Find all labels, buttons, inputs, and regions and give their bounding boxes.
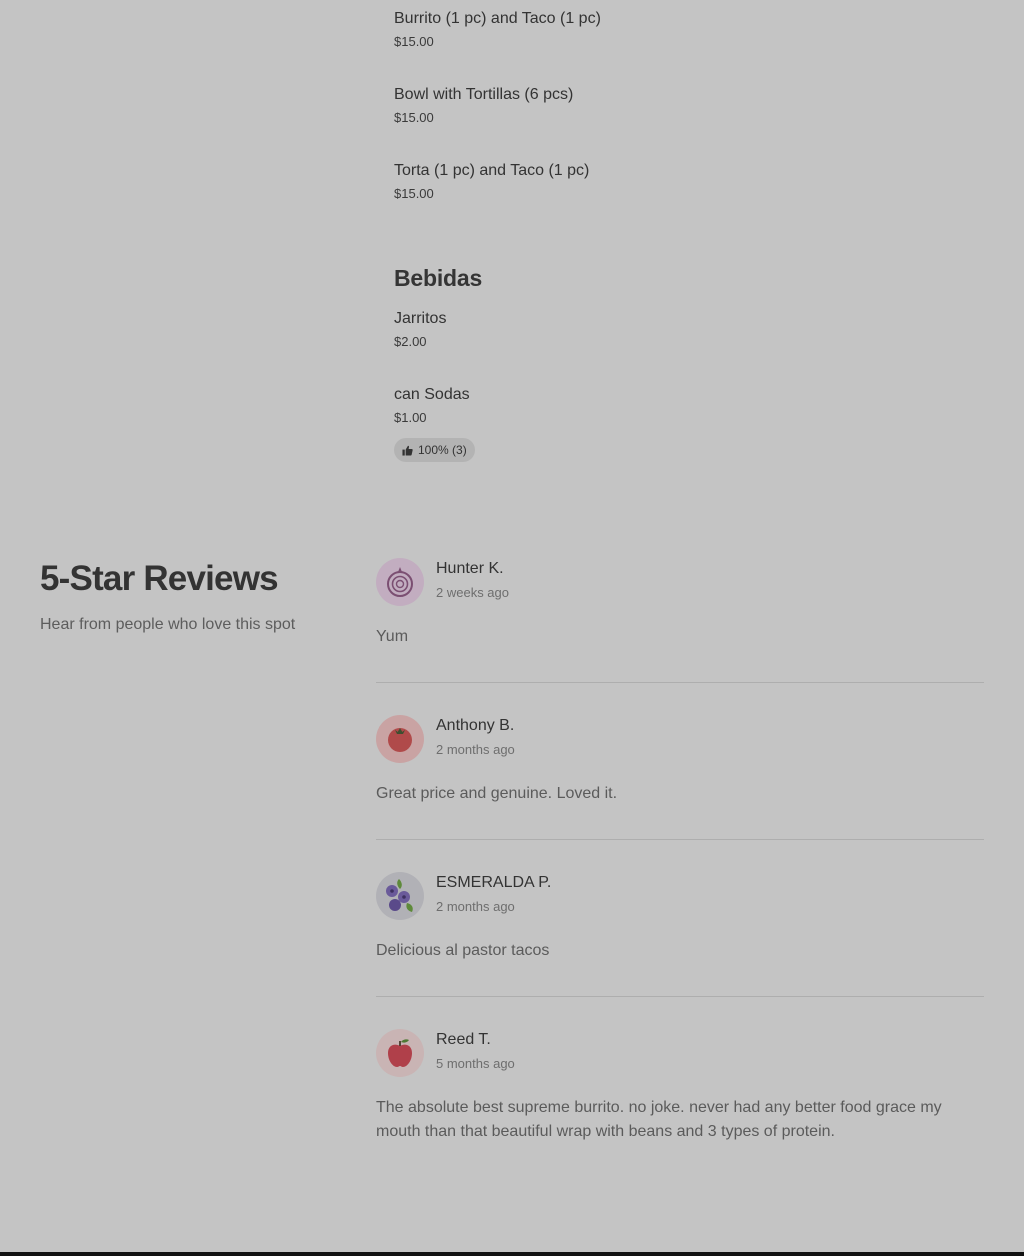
reviewer-name: Hunter K. <box>436 560 504 577</box>
avatar <box>376 1029 424 1077</box>
menu-item-price: $15.00 <box>394 186 434 201</box>
blueberry-icon <box>386 879 413 912</box>
menu-item[interactable]: Jarritos $2.00 <box>394 309 994 350</box>
review-text: The absolute best supreme burrito. no jo… <box>376 1099 942 1140</box>
menu-item-name: Burrito (1 pc) and Taco (1 pc) <box>394 10 601 27</box>
avatar <box>376 558 424 606</box>
menu-section-title: Bebidas <box>394 265 483 291</box>
review-text: Delicious al pastor tacos <box>376 942 550 959</box>
menu-item-price: $2.00 <box>394 334 427 349</box>
review-text: Yum <box>376 628 409 645</box>
menu-item[interactable]: Bowl with Tortillas (6 pcs) $15.00 <box>394 85 994 126</box>
divider <box>376 839 984 840</box>
thumbs-up-icon <box>402 445 413 456</box>
review-date: 2 months ago <box>436 899 515 914</box>
review-date: 2 weeks ago <box>436 585 509 600</box>
reviews-heading: 5-Star Reviews Hear from people who love… <box>40 558 295 636</box>
review-text: Great price and genuine. Loved it. <box>376 785 618 802</box>
menu-item-name: Bowl with Tortillas (6 pcs) <box>394 86 574 103</box>
reviews-subtitle: Hear from people who love this spot <box>40 616 296 633</box>
menu-item-name: can Sodas <box>394 386 470 403</box>
rating-badge: 100% (3) <box>394 438 475 462</box>
apple-icon <box>388 1039 412 1067</box>
menu-item-price: $15.00 <box>394 34 434 49</box>
bottom-edge <box>0 1252 1024 1256</box>
menu-item-name: Jarritos <box>394 310 447 327</box>
reviewer-name: Reed T. <box>436 1031 491 1048</box>
avatar <box>376 872 424 920</box>
menu-item[interactable]: Burrito (1 pc) and Taco (1 pc) $15.00 <box>394 9 994 50</box>
review-date: 5 months ago <box>436 1056 515 1071</box>
menu-item-price: $15.00 <box>394 110 434 125</box>
rating-text: 100% (3) <box>418 443 467 457</box>
menu-item-name: Torta (1 pc) and Taco (1 pc) <box>394 162 590 179</box>
tomato-icon <box>388 728 412 752</box>
menu-item[interactable]: can Sodas $1.00 <box>394 385 994 426</box>
review-date: 2 months ago <box>436 742 515 757</box>
reviewer-name: Anthony B. <box>436 717 515 734</box>
menu-item-price: $1.00 <box>394 410 427 425</box>
divider <box>376 996 984 997</box>
onion-icon <box>387 567 413 597</box>
reviews-title: 5-Star Reviews <box>40 559 279 598</box>
divider <box>376 682 984 683</box>
reviewer-name: ESMERALDA P. <box>436 874 552 891</box>
avatar <box>376 715 424 763</box>
menu-item[interactable]: Torta (1 pc) and Taco (1 pc) $15.00 <box>394 161 994 202</box>
